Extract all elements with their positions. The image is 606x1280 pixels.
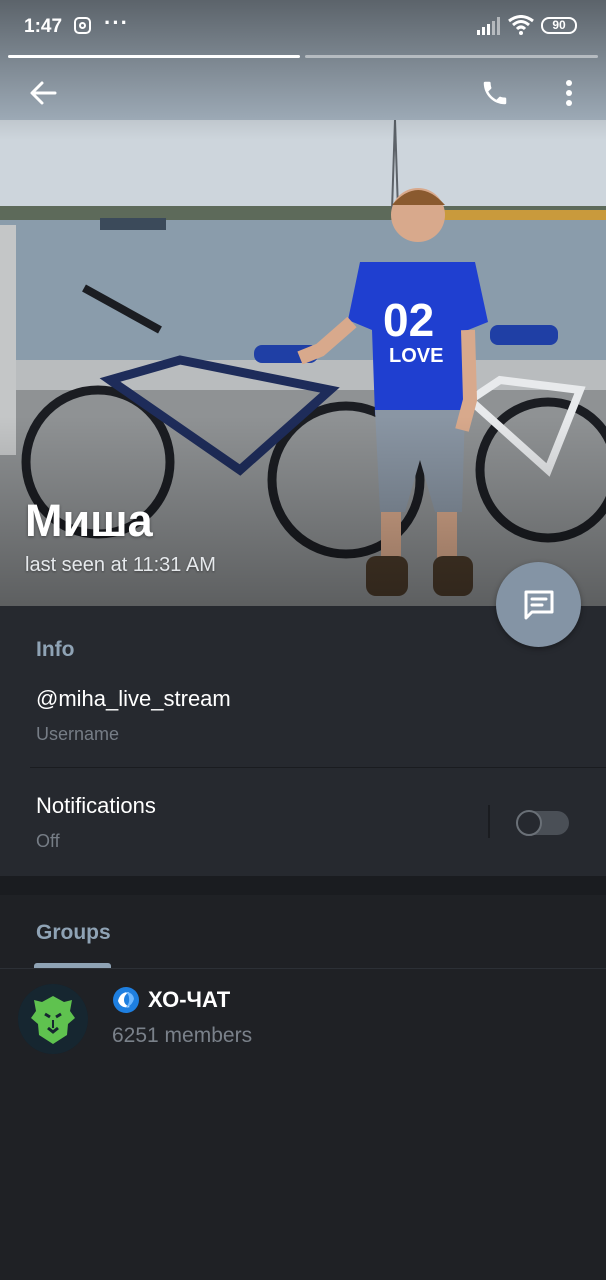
profile-name: Миша (25, 495, 153, 546)
list-item[interactable]: ХО-ЧАТ 6251 members (0, 978, 606, 1064)
vertical-separator (488, 805, 490, 838)
notifications-toggle[interactable] (516, 810, 569, 836)
status-bar: 1:47 ··· 90 (0, 0, 606, 52)
username-label: Username (36, 724, 120, 744)
back-arrow-icon[interactable] (26, 76, 60, 110)
status-time: 1:47 (24, 16, 63, 37)
tab-groups[interactable]: Groups (36, 921, 111, 945)
info-section: Info @miha_live_stream Username Notifica… (0, 606, 606, 876)
phone-icon[interactable] (478, 76, 512, 110)
section-gap (0, 876, 606, 895)
username-value[interactable]: @miha_live_stream (36, 686, 231, 712)
group-name: ХО-ЧАТ (148, 987, 231, 1012)
verified-icon (113, 987, 139, 1013)
more-vertical-icon[interactable] (552, 76, 586, 110)
last-seen-status: last seen at 11:31 AM (25, 554, 216, 576)
signal-icon (477, 17, 500, 35)
instagram-icon (74, 17, 91, 34)
notifications-status: Off (36, 831, 60, 851)
tab-divider (0, 968, 606, 969)
notifications-label[interactable]: Notifications (36, 793, 156, 819)
groups-section: Groups ХО-ЧАТ 6251 members (0, 895, 606, 1280)
story-progress-segment-2 (305, 55, 598, 58)
svg-text:02: 02 (383, 294, 434, 346)
group-members-count: 6251 members (112, 1024, 253, 1047)
story-progress-segment-1 (8, 55, 300, 58)
lion-logo-icon (18, 984, 88, 1054)
message-button[interactable] (496, 562, 581, 647)
message-icon (524, 590, 553, 619)
toggle-knob (516, 810, 542, 836)
avatar (18, 984, 88, 1054)
wifi-icon (508, 15, 534, 35)
more-dots-icon: ··· (104, 10, 129, 35)
battery-icon: 90 (541, 17, 577, 34)
svg-text:LOVE: LOVE (389, 345, 443, 367)
info-section-title: Info (36, 638, 75, 661)
divider (30, 767, 606, 768)
profile-header: 02 LOVE 1:47 ··· 90 Миша last seen at 11… (0, 0, 606, 606)
